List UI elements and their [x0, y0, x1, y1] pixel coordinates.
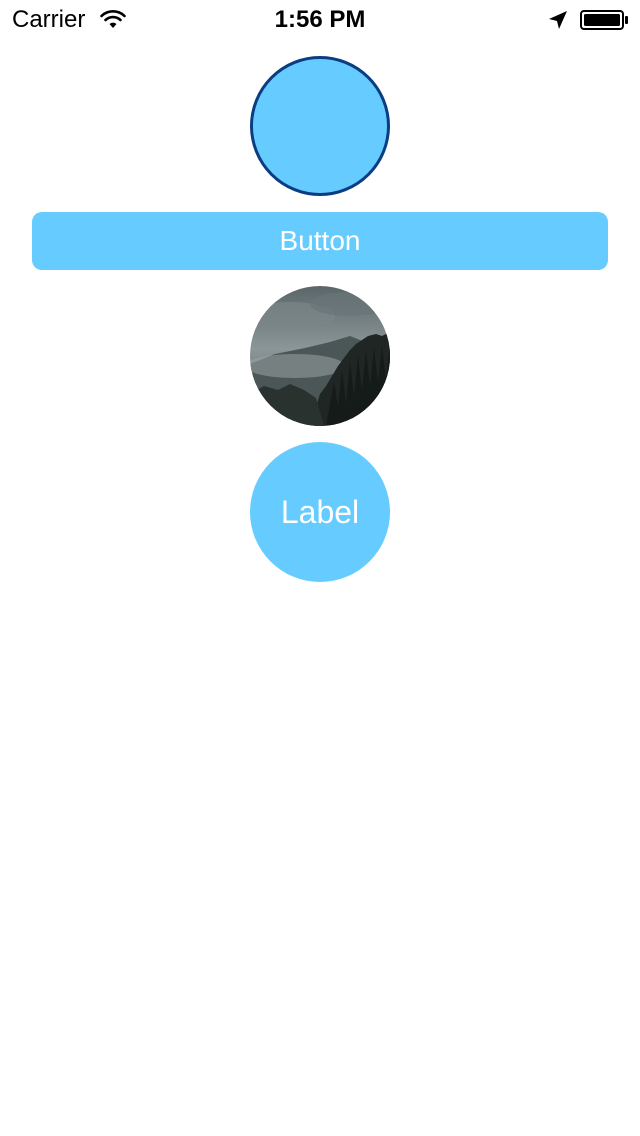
- forest-photo-image: [250, 286, 390, 426]
- battery-icon: [580, 10, 630, 30]
- status-time: 1:56 PM: [274, 6, 366, 33]
- main-button[interactable]: Button: [32, 212, 608, 270]
- outlined-circle-view: [250, 56, 390, 196]
- status-bar: Carrier 1:56 PM: [0, 0, 640, 40]
- label-circle: Label: [250, 442, 390, 582]
- app-screen: Carrier 1:56 PM Button Label: [0, 0, 640, 1136]
- location-arrow-icon: [548, 10, 568, 30]
